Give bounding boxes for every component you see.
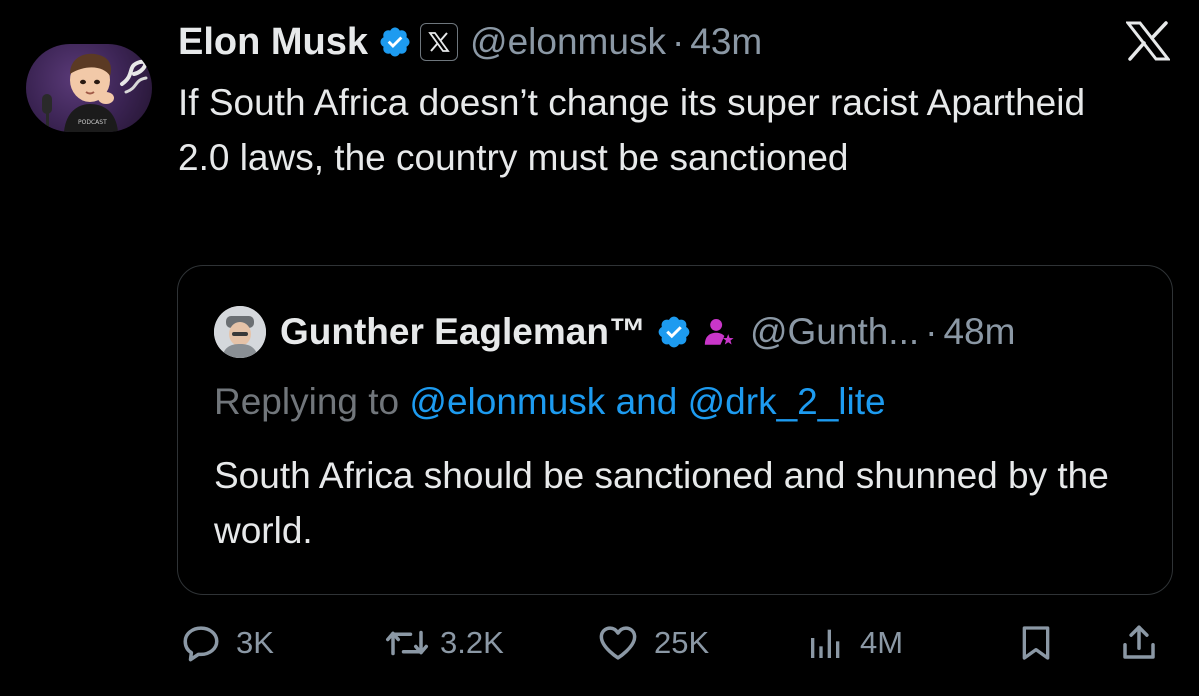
mention-conjunction: and (615, 381, 678, 422)
author-avatar[interactable]: PODCAST (26, 44, 152, 132)
x-affiliate-icon (420, 23, 459, 61)
like-icon (599, 626, 637, 660)
tweet-time[interactable]: 43m (690, 21, 762, 63)
reply-icon (183, 626, 219, 662)
reply-count: 3K (236, 625, 274, 660)
like-button[interactable]: 25K (596, 615, 709, 671)
verified-badge-icon (378, 25, 412, 59)
views-icon (811, 629, 840, 658)
bookmark-icon (1022, 626, 1050, 660)
person-star-icon (702, 314, 736, 350)
view-count: 4M (860, 625, 904, 660)
svg-text:PODCAST: PODCAST (78, 119, 107, 126)
verified-badge-icon (656, 314, 692, 350)
quoted-tweet-header: Gunther Eagleman™ @Gunth... · 48m (214, 306, 1015, 358)
tweet-text: If South Africa doesn’t change its super… (178, 82, 1086, 178)
quoted-tweet-card[interactable]: Gunther Eagleman™ @Gunth... · 48m Replyi… (177, 265, 1173, 595)
tweet-action-bar: 3K 3.2K 25K 4M (0, 615, 1199, 671)
like-count: 25K (654, 625, 710, 660)
author-handle[interactable]: @elonmusk (470, 21, 666, 63)
quoted-author-handle[interactable]: @Gunth... (750, 311, 919, 353)
author-name[interactable]: Elon Musk (178, 21, 368, 64)
tweet-header: Elon Musk @elonmusk · 43m (178, 18, 762, 66)
mention-link[interactable]: @drk_2_lite (688, 381, 886, 422)
quoted-tweet-time[interactable]: 48m (943, 311, 1015, 353)
repost-icon (386, 630, 428, 656)
quoted-author-avatar[interactable] (214, 306, 266, 358)
reply-button[interactable]: 3K (180, 615, 274, 671)
quoted-author-name[interactable]: Gunther Eagleman™ (280, 311, 646, 353)
x-logo-icon[interactable] (1125, 18, 1171, 64)
replying-prefix: Replying to (214, 381, 400, 422)
mention-link[interactable]: @elonmusk (409, 381, 605, 422)
avatar-illustration: PODCAST (42, 53, 148, 132)
share-button[interactable] (1118, 615, 1160, 671)
replying-to-line: Replying to @elonmusk and @drk_2_lite (214, 381, 886, 423)
repost-count: 3.2K (440, 625, 504, 660)
bookmark-button[interactable] (1016, 615, 1056, 671)
repost-button[interactable]: 3.2K (384, 615, 504, 671)
views-button[interactable]: 4M (806, 615, 903, 671)
quoted-tweet-text: South Africa should be sanctioned and sh… (214, 455, 1109, 551)
separator-dot: · (925, 311, 938, 352)
separator-dot: · (671, 21, 685, 62)
share-icon (1123, 625, 1155, 659)
